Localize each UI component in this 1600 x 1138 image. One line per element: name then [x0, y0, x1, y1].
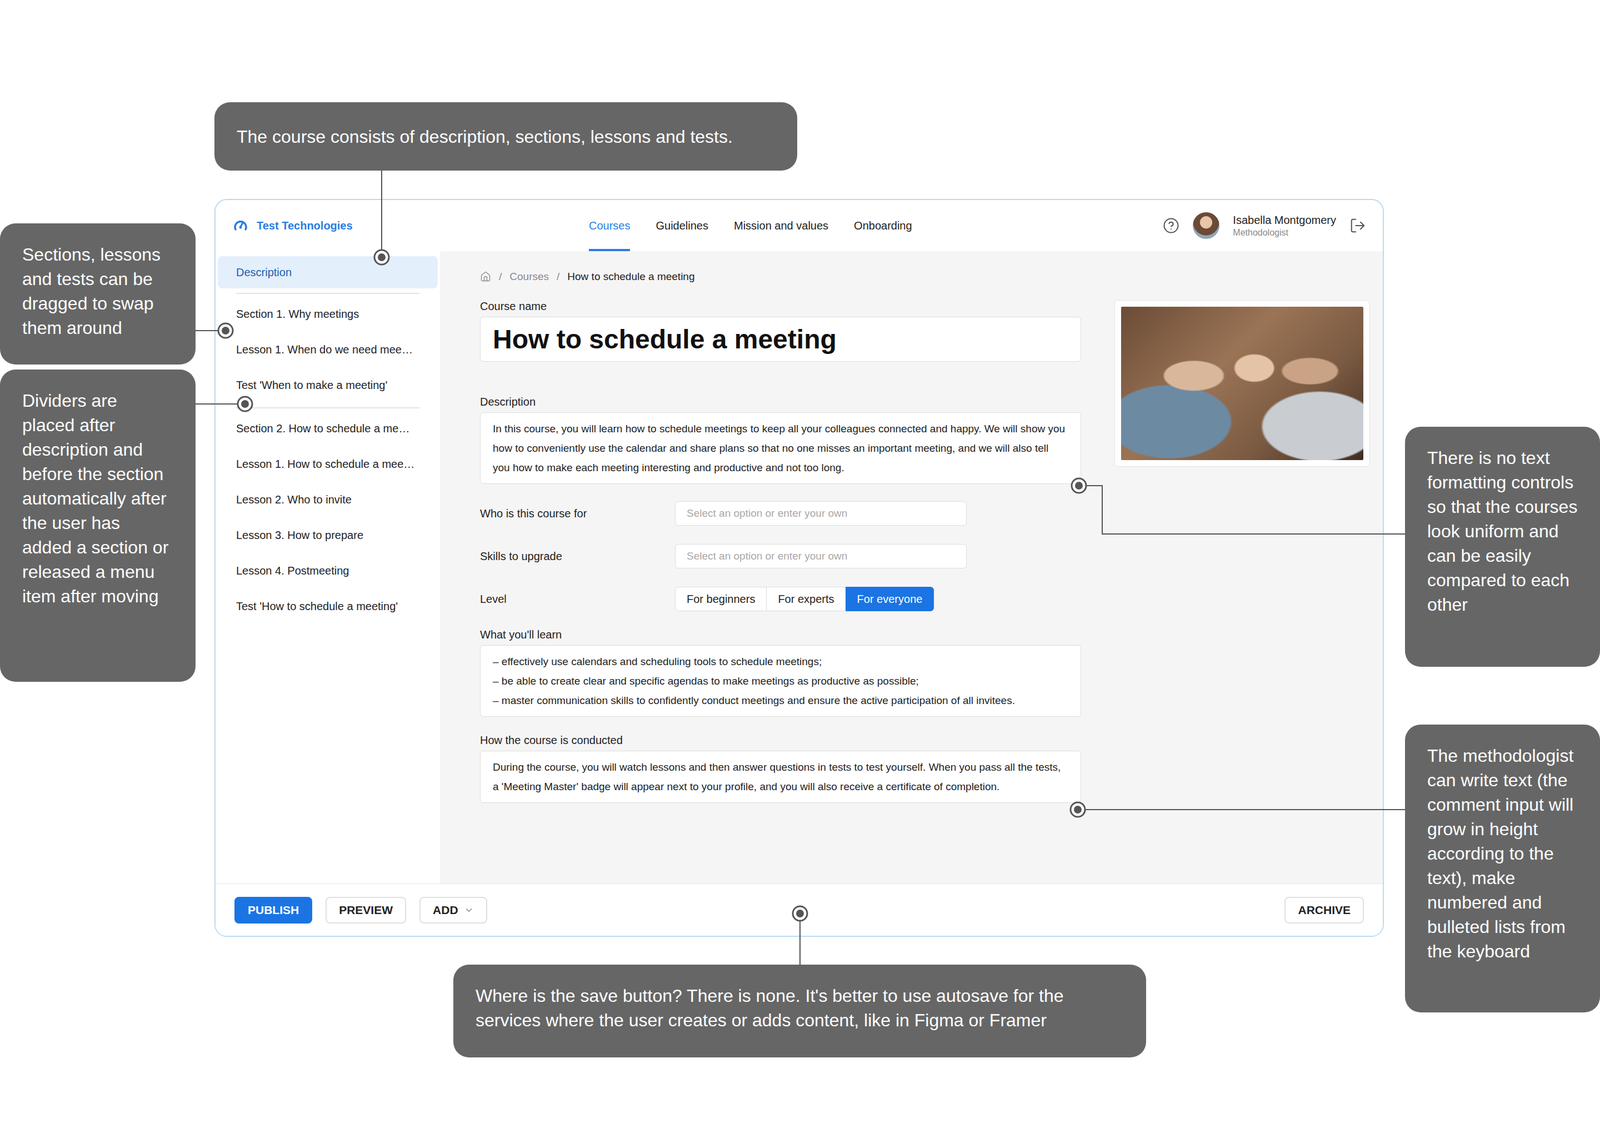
anchor-dot-icon	[1071, 478, 1087, 493]
cover-photo	[1121, 306, 1364, 460]
field-label: Who is this course for	[480, 507, 675, 520]
annotation-callout: The methodologist can write text (the co…	[1405, 724, 1600, 1013]
level-switch: For beginnersFor expertsFor everyone	[675, 586, 934, 612]
user-name: Isabella Montgomery	[1232, 213, 1337, 227]
logo[interactable]: Test Technologies	[232, 200, 589, 252]
select-input[interactable]: Select an option or enter your own	[675, 501, 967, 526]
nav-tab[interactable]: Courses	[588, 200, 630, 252]
outline-item[interactable]: Test 'When to make a meeting'	[217, 367, 438, 403]
user-info: Isabella MontgomeryMethodologist	[1232, 213, 1337, 238]
cover-card[interactable]	[1114, 300, 1370, 467]
logout-icon[interactable]	[1349, 217, 1367, 234]
annotation-slot: Sections, lessons and tests can be dragg…	[0, 223, 196, 682]
course-name-input[interactable]: How to schedule a meeting	[480, 316, 1082, 362]
nav-tab[interactable]: Onboarding	[853, 200, 913, 252]
level-option[interactable]: For beginners	[675, 586, 767, 612]
anchor-dot-icon	[237, 396, 253, 412]
annotation-callout: Where is the save button? There is none.…	[453, 964, 1147, 1058]
top-bar: Test Technologies Courses Guidelines Missio…	[215, 200, 1383, 252]
annotation-slot: The methodologist can write text (the co…	[1405, 724, 1600, 1013]
nav-tab[interactable]: Guidelines	[655, 200, 709, 252]
annotation-callout: Dividers are placed after description an…	[0, 369, 196, 682]
help-icon[interactable]	[1162, 217, 1180, 234]
learn-line: – be able to create clear and specific a…	[492, 671, 1069, 691]
level-row: LevelFor beginnersFor expertsFor everyon…	[480, 586, 1082, 612]
logo-text: Test Technologies	[256, 219, 353, 233]
breadcrumb-item[interactable]: Courses	[509, 270, 549, 283]
connector-line	[799, 913, 801, 965]
anchor-dot-icon	[218, 323, 233, 338]
conducted-input[interactable]: During the course, you will watch lesson…	[480, 750, 1082, 803]
breadcrumb: / Courses / How to schedule a meeting	[480, 269, 1343, 284]
action-button[interactable]: PUBLISH	[234, 896, 313, 924]
outline-item[interactable]: Test 'How to schedule a meeting'	[217, 588, 438, 624]
outline-item[interactable]: Lesson 1. When do we need mee…	[217, 331, 438, 368]
course-form: Course name How to schedule a meeting Desc…	[480, 300, 1082, 803]
level-option[interactable]: For experts	[766, 586, 846, 612]
description-input[interactable]: In this course, you will learn how to sc…	[480, 412, 1082, 484]
field-label: Level	[480, 592, 675, 606]
level-option[interactable]: For everyone	[845, 586, 935, 612]
annotation-callout: Sections, lessons and tests can be dragg…	[0, 223, 196, 365]
outline-item[interactable]: Lesson 4. Postmeeting	[217, 552, 438, 589]
field-label: What you'll learn	[480, 628, 1082, 642]
user-role: Methodologist	[1232, 227, 1337, 238]
main-nav: Courses Guidelines Mission and values Onboa…	[588, 200, 913, 252]
anchor-dot-icon	[374, 250, 389, 265]
annotated-canvas: Test Technologies Courses Guidelines Missio…	[0, 0, 1600, 1138]
select-row: Skills to upgradeSelect an option or ent…	[480, 543, 1082, 569]
outline-item[interactable]: Lesson 2. Who to invite	[217, 481, 438, 518]
outline-item[interactable]: Lesson 3. How to prepare	[217, 517, 438, 553]
action-bar: PUBLISH PREVIEW ADD ARCHIVE	[215, 883, 1383, 936]
editor-content: Course name How to schedule a meeting Desc…	[480, 300, 1343, 803]
user-area: Isabella MontgomeryMethodologist	[1162, 200, 1367, 252]
connector-line	[1078, 485, 1405, 534]
anchor-dot-icon	[1070, 802, 1085, 817]
outline-item[interactable]: Description	[217, 256, 438, 289]
nav-tab[interactable]: Mission and values	[733, 200, 829, 252]
logo-icon	[232, 217, 249, 234]
annotation-slot: The course consists of description, sect…	[214, 102, 798, 171]
field-label: Course name	[480, 300, 1082, 313]
learn-line: – master communication skills to confide…	[492, 690, 1069, 710]
outline-item[interactable]: Section 2. How to schedule a me…	[217, 410, 438, 447]
breadcrumb-item: How to schedule a meeting	[567, 270, 695, 283]
learn-input[interactable]: – effectively use calendars and scheduli…	[480, 645, 1082, 717]
select-row: Who is this course forSelect an option o…	[480, 501, 1082, 526]
field-label: How the course is conducted	[480, 733, 1082, 747]
action-button[interactable]: ADD	[419, 896, 488, 924]
annotation-callout: There is no text formatting controls so …	[1405, 426, 1600, 667]
annotation-slot: Where is the save button? There is none.…	[453, 964, 1147, 1058]
user-avatar[interactable]	[1192, 212, 1220, 239]
anchor-dot-icon	[792, 906, 808, 921]
connector-line	[195, 330, 226, 332]
outline-divider	[236, 292, 420, 294]
breadcrumb-separator: /	[498, 270, 502, 283]
field-label: Skills to upgrade	[480, 550, 675, 563]
chevron-down-icon	[463, 905, 474, 915]
breadcrumb-separator: /	[556, 270, 560, 283]
field-label: Description	[480, 395, 1082, 409]
archive-button[interactable]: ARCHIVE	[1284, 896, 1364, 924]
app-window: Test Technologies Courses Guidelines Missio…	[214, 198, 1384, 937]
connector-line	[1077, 808, 1405, 810]
annotation-callout: The course consists of description, sect…	[214, 102, 798, 171]
action-button[interactable]: PREVIEW	[325, 896, 407, 924]
connector-line	[381, 170, 383, 258]
workspace: DescriptionSection 1. Why meetingsLesson…	[215, 251, 1383, 884]
select-input[interactable]: Select an option or enter your own	[675, 543, 967, 569]
annotation-slot: There is no text formatting controls so …	[1405, 426, 1600, 667]
outline-item[interactable]: Lesson 1. How to schedule a mee…	[217, 446, 438, 482]
connector-line	[195, 403, 245, 405]
course-editor: /Courses/How to schedule a meetingCourse…	[440, 251, 1383, 884]
outline-item[interactable]: Section 1. Why meetings	[217, 296, 438, 332]
home-icon[interactable]	[480, 271, 492, 283]
learn-line: – effectively use calendars and scheduli…	[492, 651, 1069, 672]
outline-divider	[236, 407, 420, 409]
course-outline: DescriptionSection 1. Why meetingsLesson…	[215, 251, 440, 884]
